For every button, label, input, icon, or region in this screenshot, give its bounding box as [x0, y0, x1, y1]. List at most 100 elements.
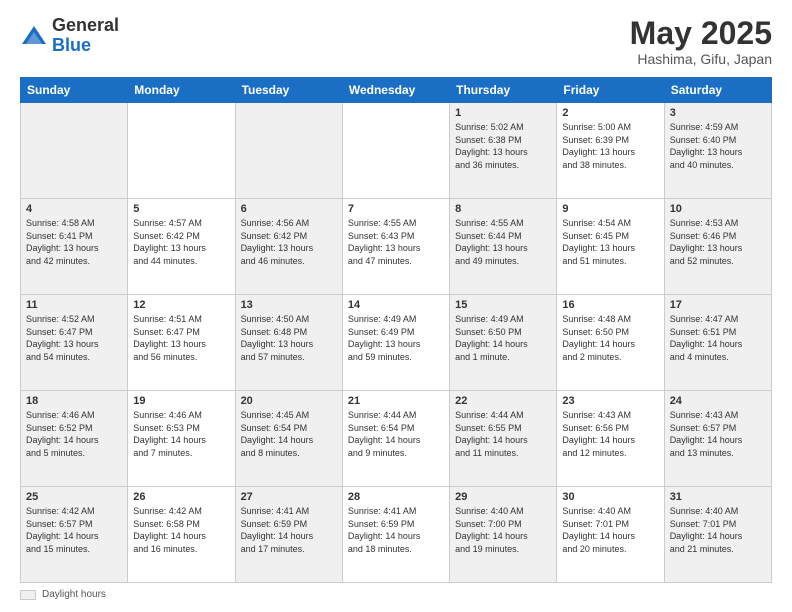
day-detail: Sunrise: 4:40 AM Sunset: 7:00 PM Dayligh… [455, 505, 551, 555]
calendar-cell: 19 Sunrise: 4:46 AM Sunset: 6:53 PM Dayli… [128, 391, 235, 487]
day-number: 18 [26, 395, 122, 407]
day-number: 11 [26, 299, 122, 311]
day-detail: Sunrise: 4:58 AM Sunset: 6:41 PM Dayligh… [26, 217, 122, 267]
calendar-cell: 8 Sunrise: 4:55 AM Sunset: 6:44 PM Daylig… [450, 199, 557, 295]
logo-icon [20, 22, 48, 50]
day-detail: Sunrise: 4:48 AM Sunset: 6:50 PM Dayligh… [562, 313, 658, 363]
day-number: 7 [348, 203, 444, 215]
calendar-cell: 28 Sunrise: 4:41 AM Sunset: 6:59 PM Dayli… [342, 487, 449, 583]
day-number: 24 [670, 395, 766, 407]
calendar-cell: 11 Sunrise: 4:52 AM Sunset: 6:47 PM Dayli… [21, 295, 128, 391]
calendar-day-header: Sunday [21, 78, 128, 103]
day-detail: Sunrise: 4:40 AM Sunset: 7:01 PM Dayligh… [670, 505, 766, 555]
calendar-cell: 29 Sunrise: 4:40 AM Sunset: 7:00 PM Dayli… [450, 487, 557, 583]
day-detail: Sunrise: 4:43 AM Sunset: 6:56 PM Dayligh… [562, 409, 658, 459]
day-number: 31 [670, 491, 766, 503]
day-number: 5 [133, 203, 229, 215]
day-number: 2 [562, 107, 658, 119]
day-number: 19 [133, 395, 229, 407]
day-detail: Sunrise: 4:52 AM Sunset: 6:47 PM Dayligh… [26, 313, 122, 363]
day-detail: Sunrise: 5:02 AM Sunset: 6:38 PM Dayligh… [455, 121, 551, 171]
day-number: 29 [455, 491, 551, 503]
day-number: 1 [455, 107, 551, 119]
day-detail: Sunrise: 4:44 AM Sunset: 6:54 PM Dayligh… [348, 409, 444, 459]
month-title: May 2025 [630, 16, 772, 51]
calendar-week-row: 11 Sunrise: 4:52 AM Sunset: 6:47 PM Dayli… [21, 295, 772, 391]
footer: Daylight hours [20, 589, 772, 600]
day-number: 15 [455, 299, 551, 311]
calendar-cell [235, 103, 342, 199]
calendar-cell: 23 Sunrise: 4:43 AM Sunset: 6:56 PM Dayli… [557, 391, 664, 487]
calendar-header-row: SundayMondayTuesdayWednesdayThursdayFrid… [21, 78, 772, 103]
calendar-day-header: Friday [557, 78, 664, 103]
page: General Blue May 2025 Hashima, Gifu, Jap… [0, 0, 792, 612]
calendar-cell: 25 Sunrise: 4:42 AM Sunset: 6:57 PM Dayli… [21, 487, 128, 583]
day-detail: Sunrise: 4:56 AM Sunset: 6:42 PM Dayligh… [241, 217, 337, 267]
calendar-cell: 17 Sunrise: 4:47 AM Sunset: 6:51 PM Dayli… [664, 295, 771, 391]
day-detail: Sunrise: 4:49 AM Sunset: 6:49 PM Dayligh… [348, 313, 444, 363]
day-number: 25 [26, 491, 122, 503]
calendar-cell: 7 Sunrise: 4:55 AM Sunset: 6:43 PM Daylig… [342, 199, 449, 295]
calendar-cell: 6Sunrise: 4:56 AM Sunset: 6:42 PM Daylig… [235, 199, 342, 295]
day-detail: Sunrise: 4:42 AM Sunset: 6:58 PM Dayligh… [133, 505, 229, 555]
day-number: 17 [670, 299, 766, 311]
day-detail: Sunrise: 4:53 AM Sunset: 6:46 PM Dayligh… [670, 217, 766, 267]
calendar-cell: 10 Sunrise: 4:53 AM Sunset: 6:46 PM Dayli… [664, 199, 771, 295]
day-number: 23 [562, 395, 658, 407]
calendar-cell: 24 Sunrise: 4:43 AM Sunset: 6:57 PM Dayli… [664, 391, 771, 487]
day-detail: Sunrise: 4:51 AM Sunset: 6:47 PM Dayligh… [133, 313, 229, 363]
day-detail: Sunrise: 4:43 AM Sunset: 6:57 PM Dayligh… [670, 409, 766, 459]
day-number: 26 [133, 491, 229, 503]
day-detail: Sunrise: 4:46 AM Sunset: 6:52 PM Dayligh… [26, 409, 122, 459]
calendar-cell [128, 103, 235, 199]
calendar-cell: 15Sunrise: 4:49 AM Sunset: 6:50 PM Dayli… [450, 295, 557, 391]
day-number: 13 [241, 299, 337, 311]
calendar-cell: 5 Sunrise: 4:57 AM Sunset: 6:42 PM Daylig… [128, 199, 235, 295]
day-number: 27 [241, 491, 337, 503]
day-detail: Sunrise: 4:55 AM Sunset: 6:44 PM Dayligh… [455, 217, 551, 267]
day-detail: Sunrise: 4:45 AM Sunset: 6:54 PM Dayligh… [241, 409, 337, 459]
calendar-cell: 16 Sunrise: 4:48 AM Sunset: 6:50 PM Dayli… [557, 295, 664, 391]
calendar-week-row: 1 Sunrise: 5:02 AM Sunset: 6:38 PM Daylig… [21, 103, 772, 199]
day-number: 16 [562, 299, 658, 311]
calendar-cell: 31 Sunrise: 4:40 AM Sunset: 7:01 PM Dayli… [664, 487, 771, 583]
calendar-cell: 22Sunrise: 4:44 AM Sunset: 6:55 PM Dayli… [450, 391, 557, 487]
title-block: May 2025 Hashima, Gifu, Japan [630, 16, 772, 67]
day-detail: Sunrise: 4:41 AM Sunset: 6:59 PM Dayligh… [241, 505, 337, 555]
calendar-cell: 12 Sunrise: 4:51 AM Sunset: 6:47 PM Dayli… [128, 295, 235, 391]
header: General Blue May 2025 Hashima, Gifu, Jap… [20, 16, 772, 67]
calendar-cell: 4 Sunrise: 4:58 AM Sunset: 6:41 PM Daylig… [21, 199, 128, 295]
day-number: 20 [241, 395, 337, 407]
day-number: 14 [348, 299, 444, 311]
location: Hashima, Gifu, Japan [630, 51, 772, 67]
day-detail: Sunrise: 5:00 AM Sunset: 6:39 PM Dayligh… [562, 121, 658, 171]
calendar-cell: 18 Sunrise: 4:46 AM Sunset: 6:52 PM Dayli… [21, 391, 128, 487]
calendar-week-row: 18 Sunrise: 4:46 AM Sunset: 6:52 PM Dayli… [21, 391, 772, 487]
calendar-cell [21, 103, 128, 199]
day-detail: Sunrise: 4:59 AM Sunset: 6:40 PM Dayligh… [670, 121, 766, 171]
day-detail: Sunrise: 4:41 AM Sunset: 6:59 PM Dayligh… [348, 505, 444, 555]
calendar-cell: 14 Sunrise: 4:49 AM Sunset: 6:49 PM Dayli… [342, 295, 449, 391]
day-detail: Sunrise: 4:46 AM Sunset: 6:53 PM Dayligh… [133, 409, 229, 459]
day-detail: Sunrise: 4:42 AM Sunset: 6:57 PM Dayligh… [26, 505, 122, 555]
day-detail: Sunrise: 4:40 AM Sunset: 7:01 PM Dayligh… [562, 505, 658, 555]
day-detail: Sunrise: 4:50 AM Sunset: 6:48 PM Dayligh… [241, 313, 337, 363]
day-number: 22 [455, 395, 551, 407]
day-detail: Sunrise: 4:54 AM Sunset: 6:45 PM Dayligh… [562, 217, 658, 267]
calendar-day-header: Monday [128, 78, 235, 103]
day-detail: Sunrise: 4:57 AM Sunset: 6:42 PM Dayligh… [133, 217, 229, 267]
calendar-cell: 9Sunrise: 4:54 AM Sunset: 6:45 PM Daylig… [557, 199, 664, 295]
day-detail: Sunrise: 4:55 AM Sunset: 6:43 PM Dayligh… [348, 217, 444, 267]
calendar-day-header: Thursday [450, 78, 557, 103]
day-number: 8 [455, 203, 551, 215]
daylight-legend-box [20, 590, 36, 600]
calendar-cell: 20 Sunrise: 4:45 AM Sunset: 6:54 PM Dayli… [235, 391, 342, 487]
day-number: 4 [26, 203, 122, 215]
day-number: 12 [133, 299, 229, 311]
calendar-cell: 27 Sunrise: 4:41 AM Sunset: 6:59 PM Dayli… [235, 487, 342, 583]
day-number: 28 [348, 491, 444, 503]
day-detail: Sunrise: 4:47 AM Sunset: 6:51 PM Dayligh… [670, 313, 766, 363]
calendar-cell: 13 Sunrise: 4:50 AM Sunset: 6:48 PM Dayli… [235, 295, 342, 391]
calendar-cell: 21Sunrise: 4:44 AM Sunset: 6:54 PM Dayli… [342, 391, 449, 487]
day-number: 10 [670, 203, 766, 215]
